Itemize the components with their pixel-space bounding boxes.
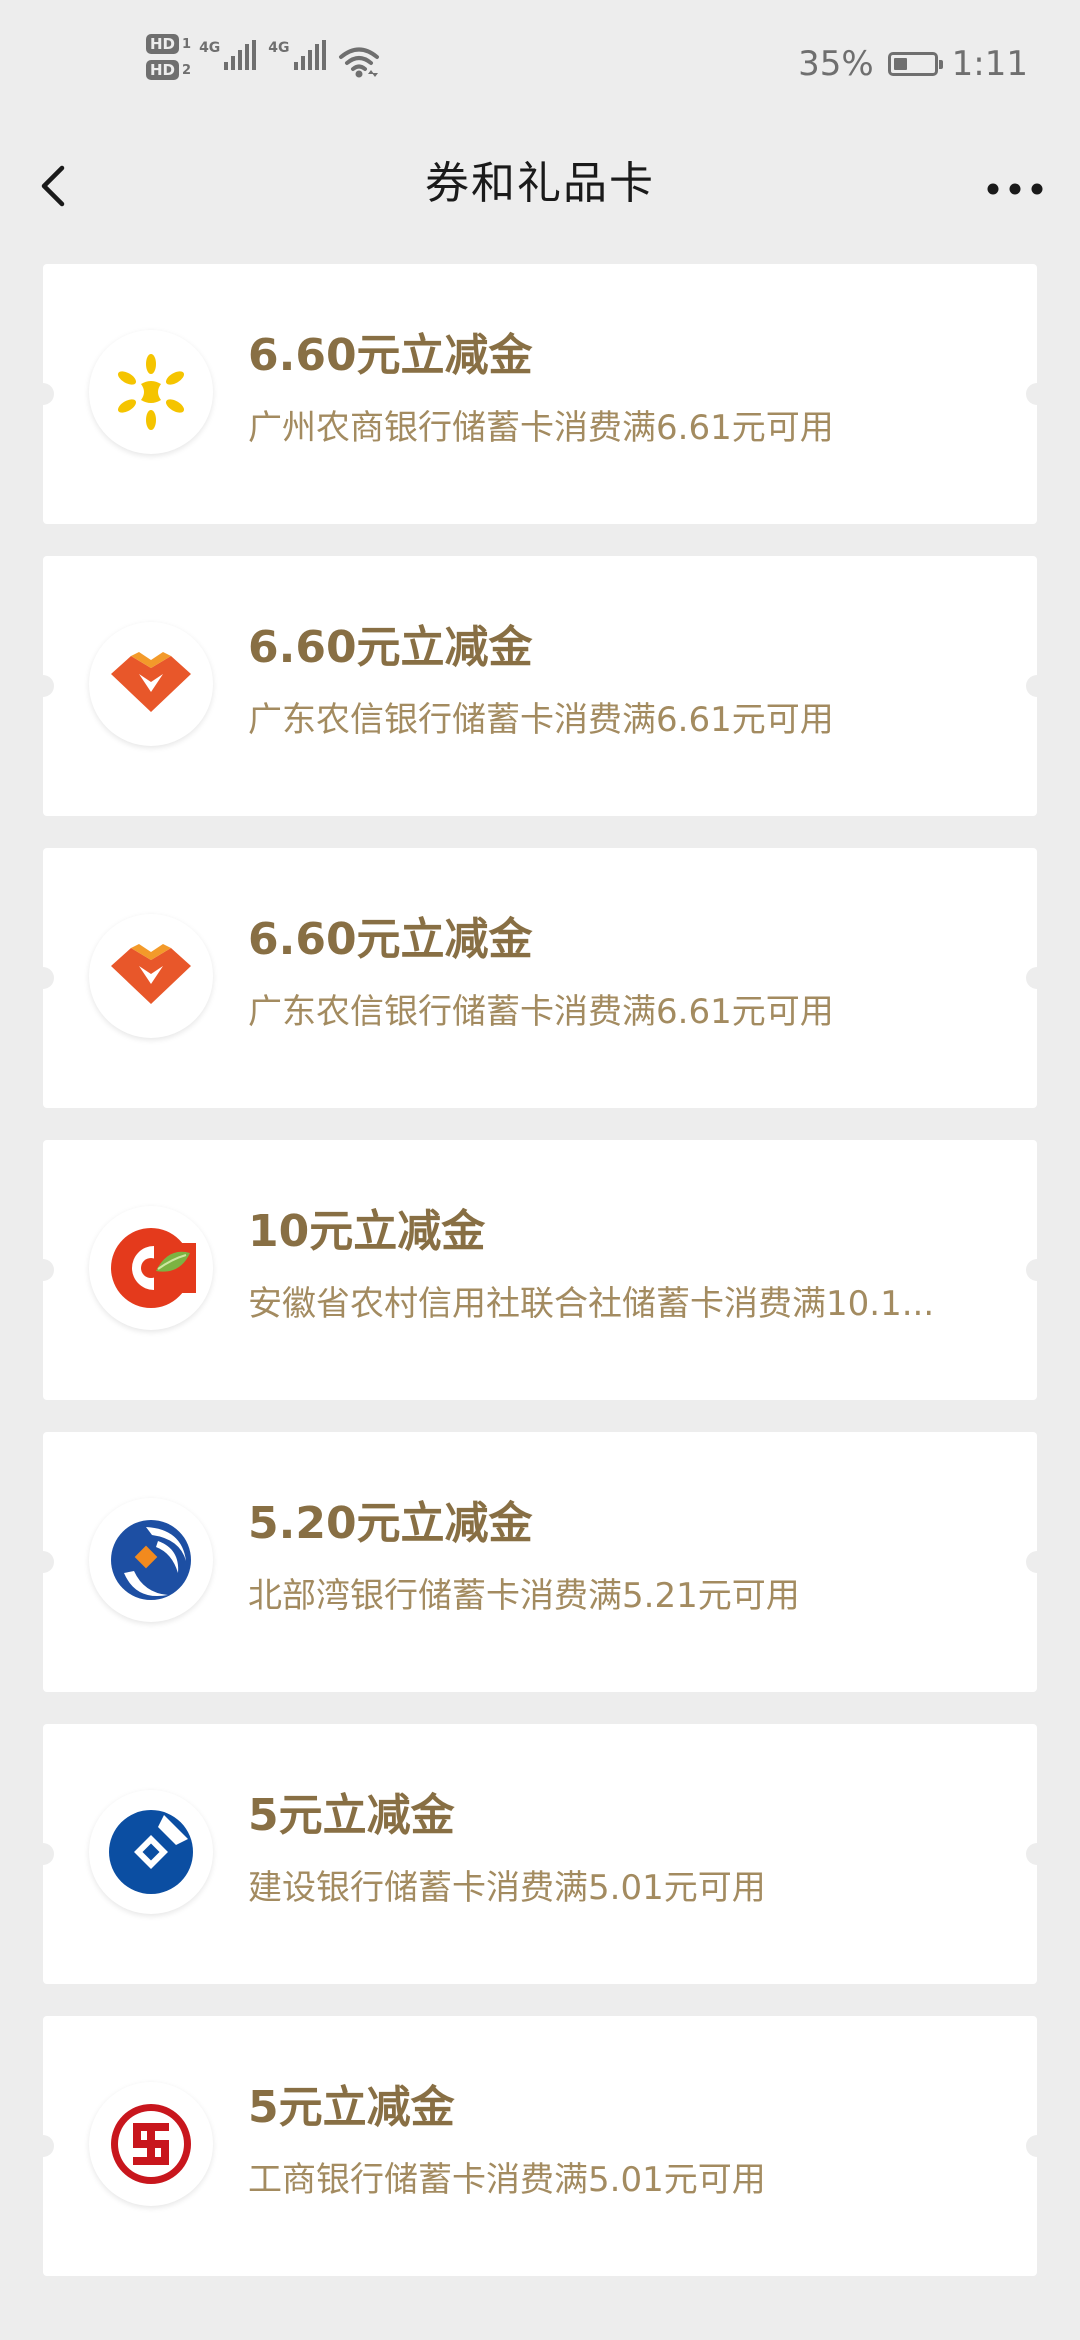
coupon-card[interactable]: 6.60元立减金 广州农商银行储蓄卡消费满6.61元可用 bbox=[32, 264, 1048, 524]
battery-fill bbox=[893, 58, 907, 70]
hd-sub-1: 1 bbox=[182, 36, 192, 52]
coupon-card[interactable]: 5元立减金 工商银行储蓄卡消费满5.01元可用 bbox=[32, 2016, 1048, 2276]
coupon-desc: 建设银行储蓄卡消费满5.01元可用 bbox=[248, 1868, 766, 1908]
signal-2-icon: 4G bbox=[268, 40, 326, 70]
clock: 1:11 bbox=[951, 44, 1028, 84]
coupon-title: 5.20元立减金 bbox=[248, 1498, 533, 1549]
hd-badge-2: HD bbox=[146, 60, 180, 80]
battery-percent: 35% bbox=[798, 44, 874, 84]
ccb-logo-icon bbox=[89, 1790, 213, 1914]
hd-badge-1: HD bbox=[146, 34, 180, 54]
coupon-title: 10元立减金 bbox=[248, 1206, 486, 1257]
status-bar: HD 1 HD 2 4G 4G 35% 1:11 bbox=[0, 0, 1080, 130]
bbw-bank-logo-icon bbox=[89, 1498, 213, 1622]
coupon-card[interactable]: 6.60元立减金 广东农信银行储蓄卡消费满6.61元可用 bbox=[32, 556, 1048, 816]
coupon-title: 6.60元立减金 bbox=[248, 622, 533, 673]
coupon-card[interactable]: 5元立减金 建设银行储蓄卡消费满5.01元可用 bbox=[32, 1724, 1048, 1984]
more-button[interactable] bbox=[980, 146, 1050, 226]
coupon-desc: 安徽省农村信用社联合社储蓄卡消费满10.1... bbox=[248, 1284, 935, 1324]
signal-1-icon: 4G bbox=[199, 40, 257, 70]
nav-bar: 券和礼品卡 bbox=[0, 130, 1080, 240]
gdrcu-logo-icon bbox=[89, 914, 213, 1038]
coupon-desc: 广东农信银行储蓄卡消费满6.61元可用 bbox=[248, 992, 834, 1032]
status-left: HD 1 HD 2 4G 4G bbox=[146, 34, 380, 82]
coupon-desc: 广东农信银行储蓄卡消费满6.61元可用 bbox=[248, 700, 834, 740]
ahrcu-logo-icon bbox=[89, 1206, 213, 1330]
coupon-desc: 工商银行储蓄卡消费满5.01元可用 bbox=[248, 2160, 766, 2200]
coupon-card[interactable]: 6.60元立减金 广东农信银行储蓄卡消费满6.61元可用 bbox=[32, 848, 1048, 1108]
more-dots-icon bbox=[987, 183, 1043, 195]
page-title: 券和礼品卡 bbox=[425, 158, 655, 209]
hd-indicators: HD 1 HD 2 bbox=[146, 34, 191, 80]
coupon-desc: 北部湾银行储蓄卡消费满5.21元可用 bbox=[248, 1576, 800, 1616]
grcb-logo-icon bbox=[89, 330, 213, 454]
gdrcu-logo-icon bbox=[89, 622, 213, 746]
icbc-logo-icon bbox=[89, 2082, 213, 2206]
coupon-title: 6.60元立减金 bbox=[248, 914, 533, 965]
wifi-icon bbox=[338, 46, 380, 82]
network-type-2: 4G bbox=[268, 40, 290, 56]
coupon-card[interactable]: 5.20元立减金 北部湾银行储蓄卡消费满5.21元可用 bbox=[32, 1432, 1048, 1692]
hd-sub-2: 2 bbox=[182, 62, 192, 78]
battery-icon bbox=[887, 52, 943, 76]
coupon-card[interactable]: 10元立减金 安徽省农村信用社联合社储蓄卡消费满10.1... bbox=[32, 1140, 1048, 1400]
coupon-desc: 广州农商银行储蓄卡消费满6.61元可用 bbox=[248, 408, 834, 448]
coupon-title: 5元立减金 bbox=[248, 1790, 455, 1841]
network-type-1: 4G bbox=[199, 40, 221, 56]
status-right: 35% 1:11 bbox=[798, 44, 1028, 84]
coupon-title: 5元立减金 bbox=[248, 2082, 455, 2133]
coupon-title: 6.60元立减金 bbox=[248, 330, 533, 381]
